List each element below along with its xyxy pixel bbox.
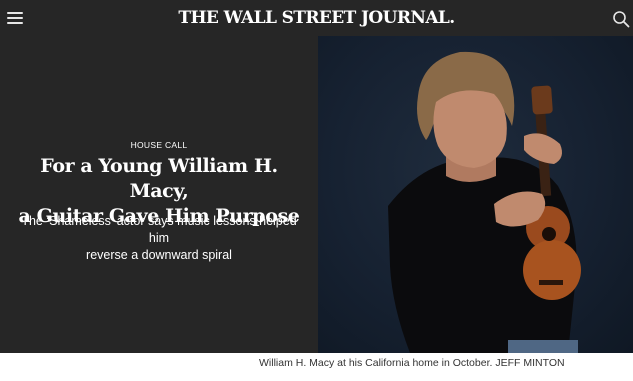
photo-credit: JEFF MINTON: [495, 357, 565, 369]
dek-line-2: reverse a downward spiral: [86, 248, 232, 262]
photo-caption: William H. Macy at his California home i…: [259, 357, 565, 370]
ukulele-bridge: [539, 280, 563, 285]
jeans-shape: [508, 340, 578, 353]
upper-hand: [524, 133, 562, 164]
caption-text: William H. Macy at his California home i…: [259, 357, 493, 369]
dek-line-1: The ‘Shameless’ actor says music lessons…: [21, 214, 297, 245]
article-page: THE WALL STREET JOURNAL. HOUSE CALL For …: [0, 0, 633, 381]
headline-panel: HOUSE CALL For a Young William H. Macy, …: [0, 36, 318, 353]
article-dek: The ‘Shameless’ actor says music lessons…: [14, 213, 304, 264]
face-shape: [433, 90, 507, 168]
portrait-illustration: [388, 51, 581, 353]
article-kicker[interactable]: HOUSE CALL: [0, 140, 318, 150]
top-nav-bar: THE WALL STREET JOURNAL.: [0, 0, 633, 36]
site-logo[interactable]: THE WALL STREET JOURNAL.: [0, 8, 633, 28]
ukulele-soundhole: [542, 227, 556, 241]
hero-photo: [318, 36, 633, 353]
hero-section: HOUSE CALL For a Young William H. Macy, …: [0, 36, 633, 353]
headline-line-1: For a Young William H. Macy,: [40, 155, 278, 202]
ukulele-headstock: [531, 85, 553, 115]
ukulele-lower-bout: [523, 240, 581, 300]
search-icon[interactable]: [612, 10, 630, 28]
